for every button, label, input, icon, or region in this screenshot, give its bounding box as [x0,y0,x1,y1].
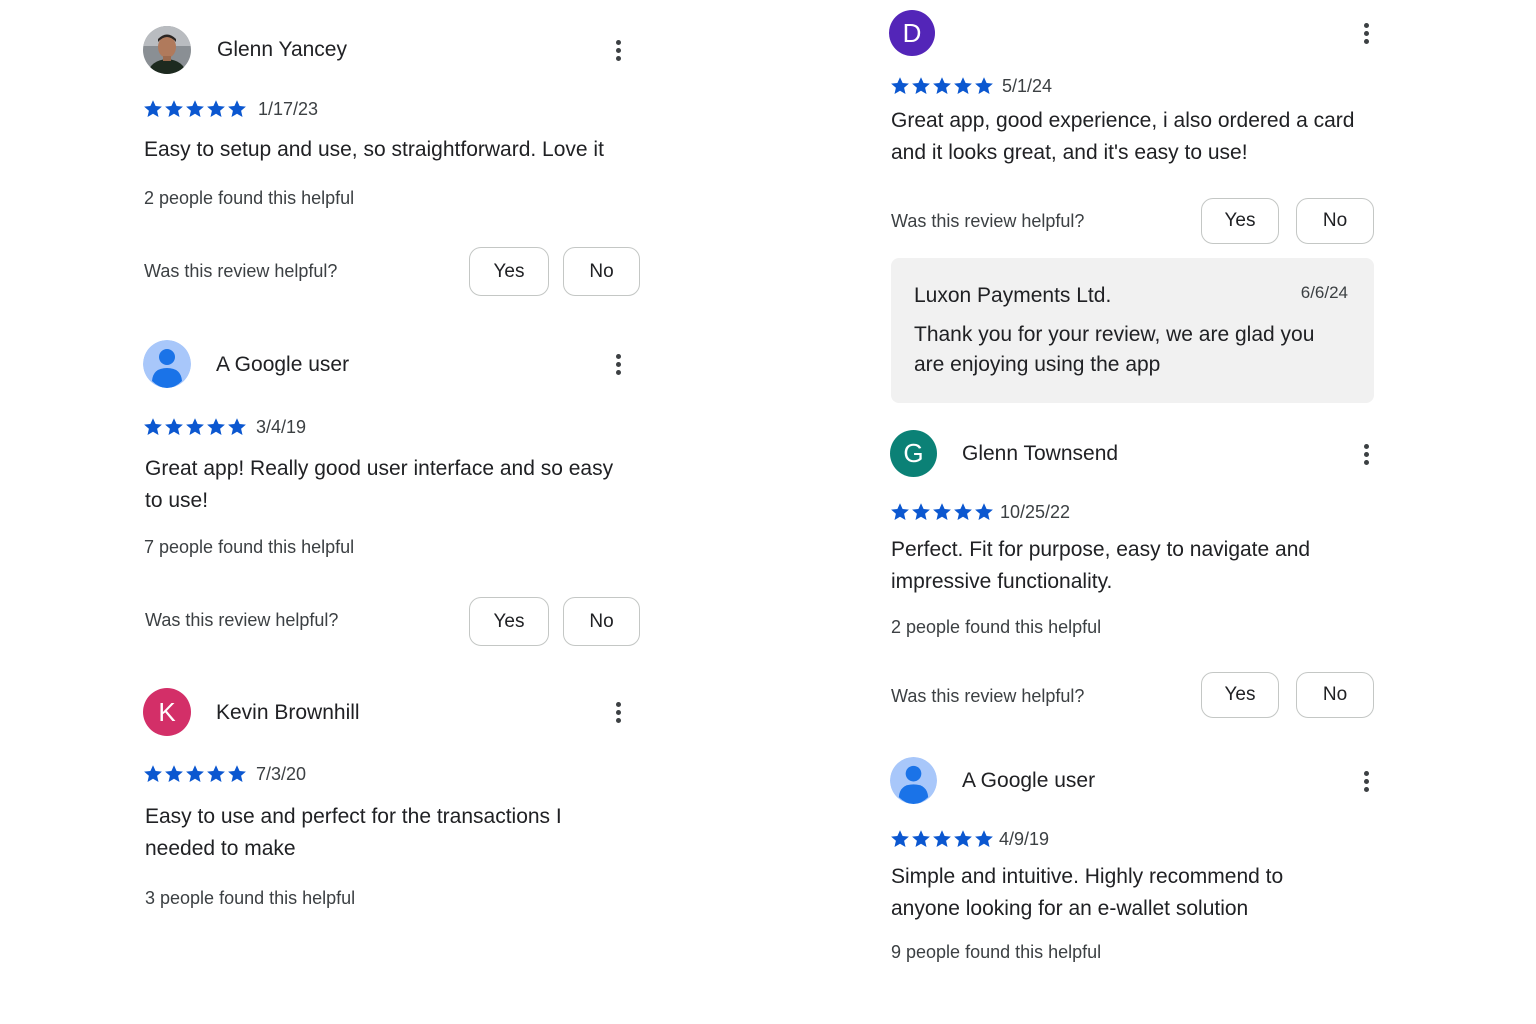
star-icon [144,100,162,117]
star-icon [165,100,183,117]
profile-photo-icon [143,26,191,74]
star-rating [143,99,247,119]
star-icon [165,765,183,782]
review-text: Great app, good experience, i also order… [891,109,1355,164]
person-icon [890,757,937,804]
helpful-question: Was this review helpful? [144,261,338,281]
helpful-no-button[interactable]: No [563,247,640,296]
star-icon [228,100,246,117]
more-options-icon[interactable] [606,348,630,380]
star-rating [143,764,247,784]
star-icon [891,830,909,847]
avatar[interactable]: D [889,10,935,56]
star-icon [186,765,204,782]
reviewer-name: A Google user [216,353,350,376]
helpful-yes-button[interactable]: Yes [1201,672,1279,718]
review-text: Perfect. Fit for purpose, easy to naviga… [891,538,1311,593]
star-icon [891,503,909,520]
avatar[interactable] [143,26,191,74]
star-rating [143,417,247,437]
star-rating [890,829,994,849]
helpful-count: 2 people found this helpful [144,188,355,208]
star-icon [186,100,204,117]
review-text: Simple and intuitive. Highly recommend t… [891,865,1284,920]
reviewer-name: Kevin Brownhill [216,701,360,724]
star-icon [912,77,930,94]
helpful-question: Was this review helpful? [891,686,1085,706]
helpful-no-button[interactable]: No [1296,672,1374,718]
star-icon [954,503,972,520]
helpful-count: 3 people found this helpful [145,888,356,908]
star-icon [933,77,951,94]
star-icon [912,503,930,520]
more-options-icon[interactable] [606,34,630,66]
reviewer-name: Glenn Yancey [217,38,347,61]
star-icon [207,765,225,782]
star-icon [228,418,246,435]
star-icon [975,77,993,94]
more-options-icon[interactable] [606,696,630,728]
helpful-yes-button[interactable]: Yes [469,247,549,296]
more-options-icon[interactable] [1354,438,1378,470]
helpful-no-button[interactable]: No [563,597,640,646]
helpful-question: Was this review helpful? [145,610,339,630]
review-text: Great app! Really good user interface an… [145,457,614,512]
avatar[interactable]: G [890,430,937,477]
star-icon [912,830,930,847]
avatar[interactable] [890,757,937,804]
avatar[interactable] [143,340,191,388]
reply-date: 6/6/24 [1300,283,1348,302]
star-icon [207,418,225,435]
star-icon [933,830,951,847]
helpful-question: Was this review helpful? [891,211,1085,231]
review-date: 3/4/19 [256,417,307,437]
developer-reply: Luxon Payments Ltd. 6/6/24 Thank you for… [891,258,1374,403]
star-icon [954,830,972,847]
review-date: 5/1/24 [1002,76,1053,96]
review-text: Easy to setup and use, so straightforwar… [144,138,604,161]
star-icon [186,418,204,435]
star-icon [144,765,162,782]
star-icon [144,418,162,435]
star-icon [207,100,225,117]
star-rating [890,76,994,96]
review-date: 7/3/20 [256,764,307,784]
star-icon [933,503,951,520]
star-icon [954,77,972,94]
helpful-count: 7 people found this helpful [144,537,355,557]
star-icon [975,503,993,520]
star-icon [891,77,909,94]
helpful-count: 9 people found this helpful [891,942,1102,962]
person-icon [143,340,191,388]
helpful-yes-button[interactable]: Yes [1201,198,1279,244]
more-options-icon[interactable] [1354,17,1378,49]
avatar[interactable]: K [143,688,191,736]
star-icon [165,418,183,435]
helpful-no-button[interactable]: No [1296,198,1374,244]
star-icon [228,765,246,782]
review-text: Easy to use and perfect for the transact… [145,805,562,860]
reviewer-name: A Google user [962,769,1096,792]
reply-text: Thank you for your review, we are glad y… [914,323,1315,376]
reviewer-name: Glenn Townsend [962,442,1119,465]
more-options-icon[interactable] [1354,765,1378,797]
review-date: 1/17/23 [258,99,319,119]
review-date: 4/9/19 [999,829,1050,849]
star-rating [890,502,994,522]
helpful-count: 2 people found this helpful [891,617,1102,637]
developer-name: Luxon Payments Ltd. [914,284,1112,307]
star-icon [975,830,993,847]
helpful-yes-button[interactable]: Yes [469,597,549,646]
review-date: 10/25/22 [1000,502,1071,522]
